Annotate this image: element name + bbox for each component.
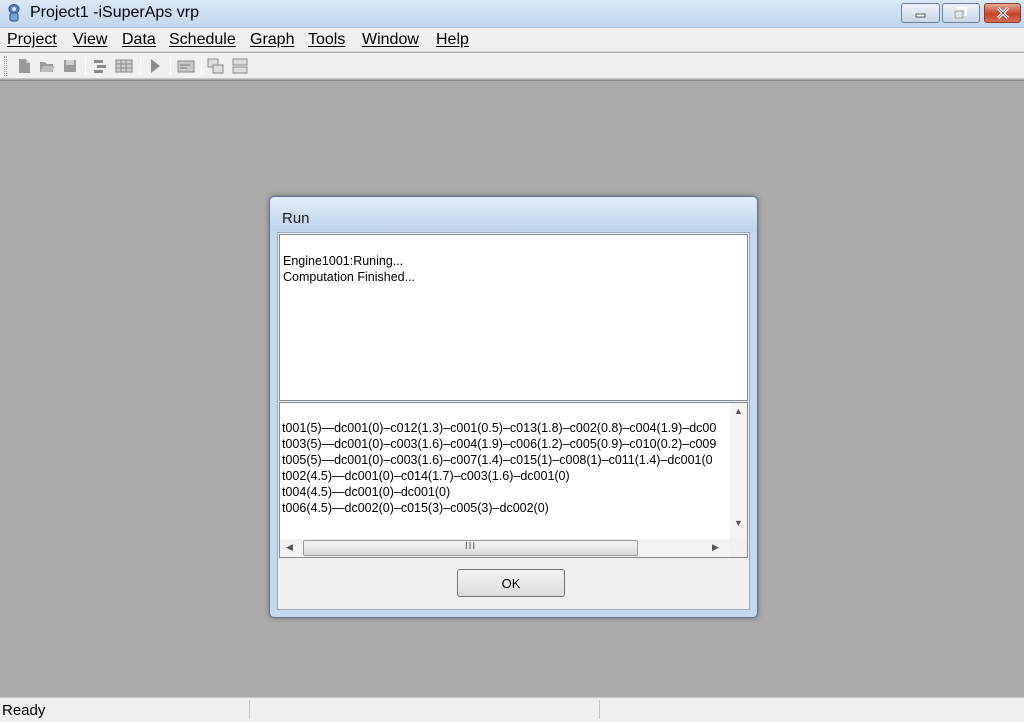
- cascade-icon[interactable]: [207, 57, 225, 75]
- dialog-title-bar[interactable]: Run: [270, 197, 757, 231]
- toolbar-grip[interactable]: [4, 56, 7, 76]
- restore-icon: [954, 7, 967, 19]
- scroll-down-icon[interactable]: ▼: [734, 518, 743, 528]
- toolbar-separator: [170, 57, 171, 75]
- window-title: Project1 -iSuperAps vrp: [30, 4, 199, 21]
- menu-graph[interactable]: Graph: [250, 31, 294, 49]
- close-button[interactable]: [984, 3, 1021, 23]
- menu-schedule[interactable]: Schedule: [169, 31, 236, 49]
- dialog-title: Run: [282, 210, 310, 227]
- list-item[interactable]: t001(5)—dc001(0)–c012(1.3)–c001(0.5)–c01…: [282, 421, 716, 435]
- scroll-up-icon[interactable]: ▲: [734, 406, 743, 416]
- status-pane: [249, 700, 599, 719]
- list-item[interactable]: t003(5)—dc001(0)–c003(1.6)–c004(1.9)–c00…: [282, 437, 716, 451]
- list-item[interactable]: t004(4.5)—dc001(0)–dc001(0): [282, 485, 450, 499]
- minimize-button[interactable]: [901, 3, 940, 23]
- toolbar-separator: [140, 57, 141, 75]
- toolbar-separator: [201, 57, 202, 75]
- menu-bar: Project View Data Schedule Graph Tools W…: [0, 28, 1024, 52]
- log-line: Computation Finished...: [283, 270, 416, 284]
- menu-tools[interactable]: Tools: [308, 31, 345, 49]
- scroll-right-icon[interactable]: ▶: [712, 542, 719, 553]
- list-item[interactable]: t006(4.5)—dc002(0)–c015(3)–c005(3)–dc002…: [282, 501, 549, 515]
- run-dialog: Run Engine1001:Runing... Computation Fin…: [269, 196, 758, 618]
- restore-button[interactable]: [942, 3, 980, 23]
- vertical-scrollbar[interactable]: ▲ ▼: [730, 403, 747, 539]
- report-icon[interactable]: [177, 57, 195, 75]
- title-bar[interactable]: Project1 -iSuperAps vrp: [0, 0, 1024, 28]
- list-item[interactable]: t005(5)—dc001(0)–c003(1.6)–c007(1.4)–c01…: [282, 453, 713, 467]
- thumb-grip: III: [464, 541, 477, 552]
- gantt-icon[interactable]: [91, 57, 109, 75]
- scroll-left-icon[interactable]: ◀: [286, 542, 293, 553]
- list-item[interactable]: t002(4.5)—dc001(0)–c014(1.7)–c003(1.6)–d…: [282, 469, 570, 483]
- menu-view[interactable]: View: [73, 31, 107, 49]
- app-icon[interactable]: [6, 4, 22, 23]
- menu-data[interactable]: Data: [122, 31, 156, 49]
- log-line: Engine1001:Runing...: [283, 254, 404, 268]
- toolbar: [0, 53, 1024, 79]
- scroll-thumb[interactable]: III: [303, 540, 638, 556]
- table-icon[interactable]: [115, 57, 133, 75]
- status-bar: Ready: [0, 697, 1024, 722]
- menu-window[interactable]: Window: [362, 31, 419, 49]
- toolbar-separator: [85, 57, 86, 75]
- dialog-body: Engine1001:Runing... Computation Finishe…: [277, 232, 750, 610]
- scrollbar-corner: [730, 539, 747, 557]
- open-icon[interactable]: [38, 57, 56, 75]
- horizontal-scrollbar[interactable]: ◀ III ▶: [280, 539, 731, 557]
- route-results-list[interactable]: t001(5)—dc001(0)–c012(1.3)–c001(0.5)–c01…: [279, 402, 748, 558]
- menu-project[interactable]: Project: [7, 31, 57, 49]
- status-text: Ready: [2, 702, 46, 719]
- ok-button[interactable]: OK: [457, 569, 565, 597]
- new-icon[interactable]: [15, 57, 33, 75]
- close-icon: [996, 7, 1009, 19]
- run-icon[interactable]: [146, 57, 164, 75]
- minimize-icon: [915, 13, 925, 18]
- status-pane: [599, 700, 600, 719]
- save-icon[interactable]: [61, 57, 79, 75]
- menu-help[interactable]: Help: [436, 31, 469, 49]
- tile-icon[interactable]: [231, 57, 249, 75]
- engine-log[interactable]: Engine1001:Runing... Computation Finishe…: [279, 234, 748, 401]
